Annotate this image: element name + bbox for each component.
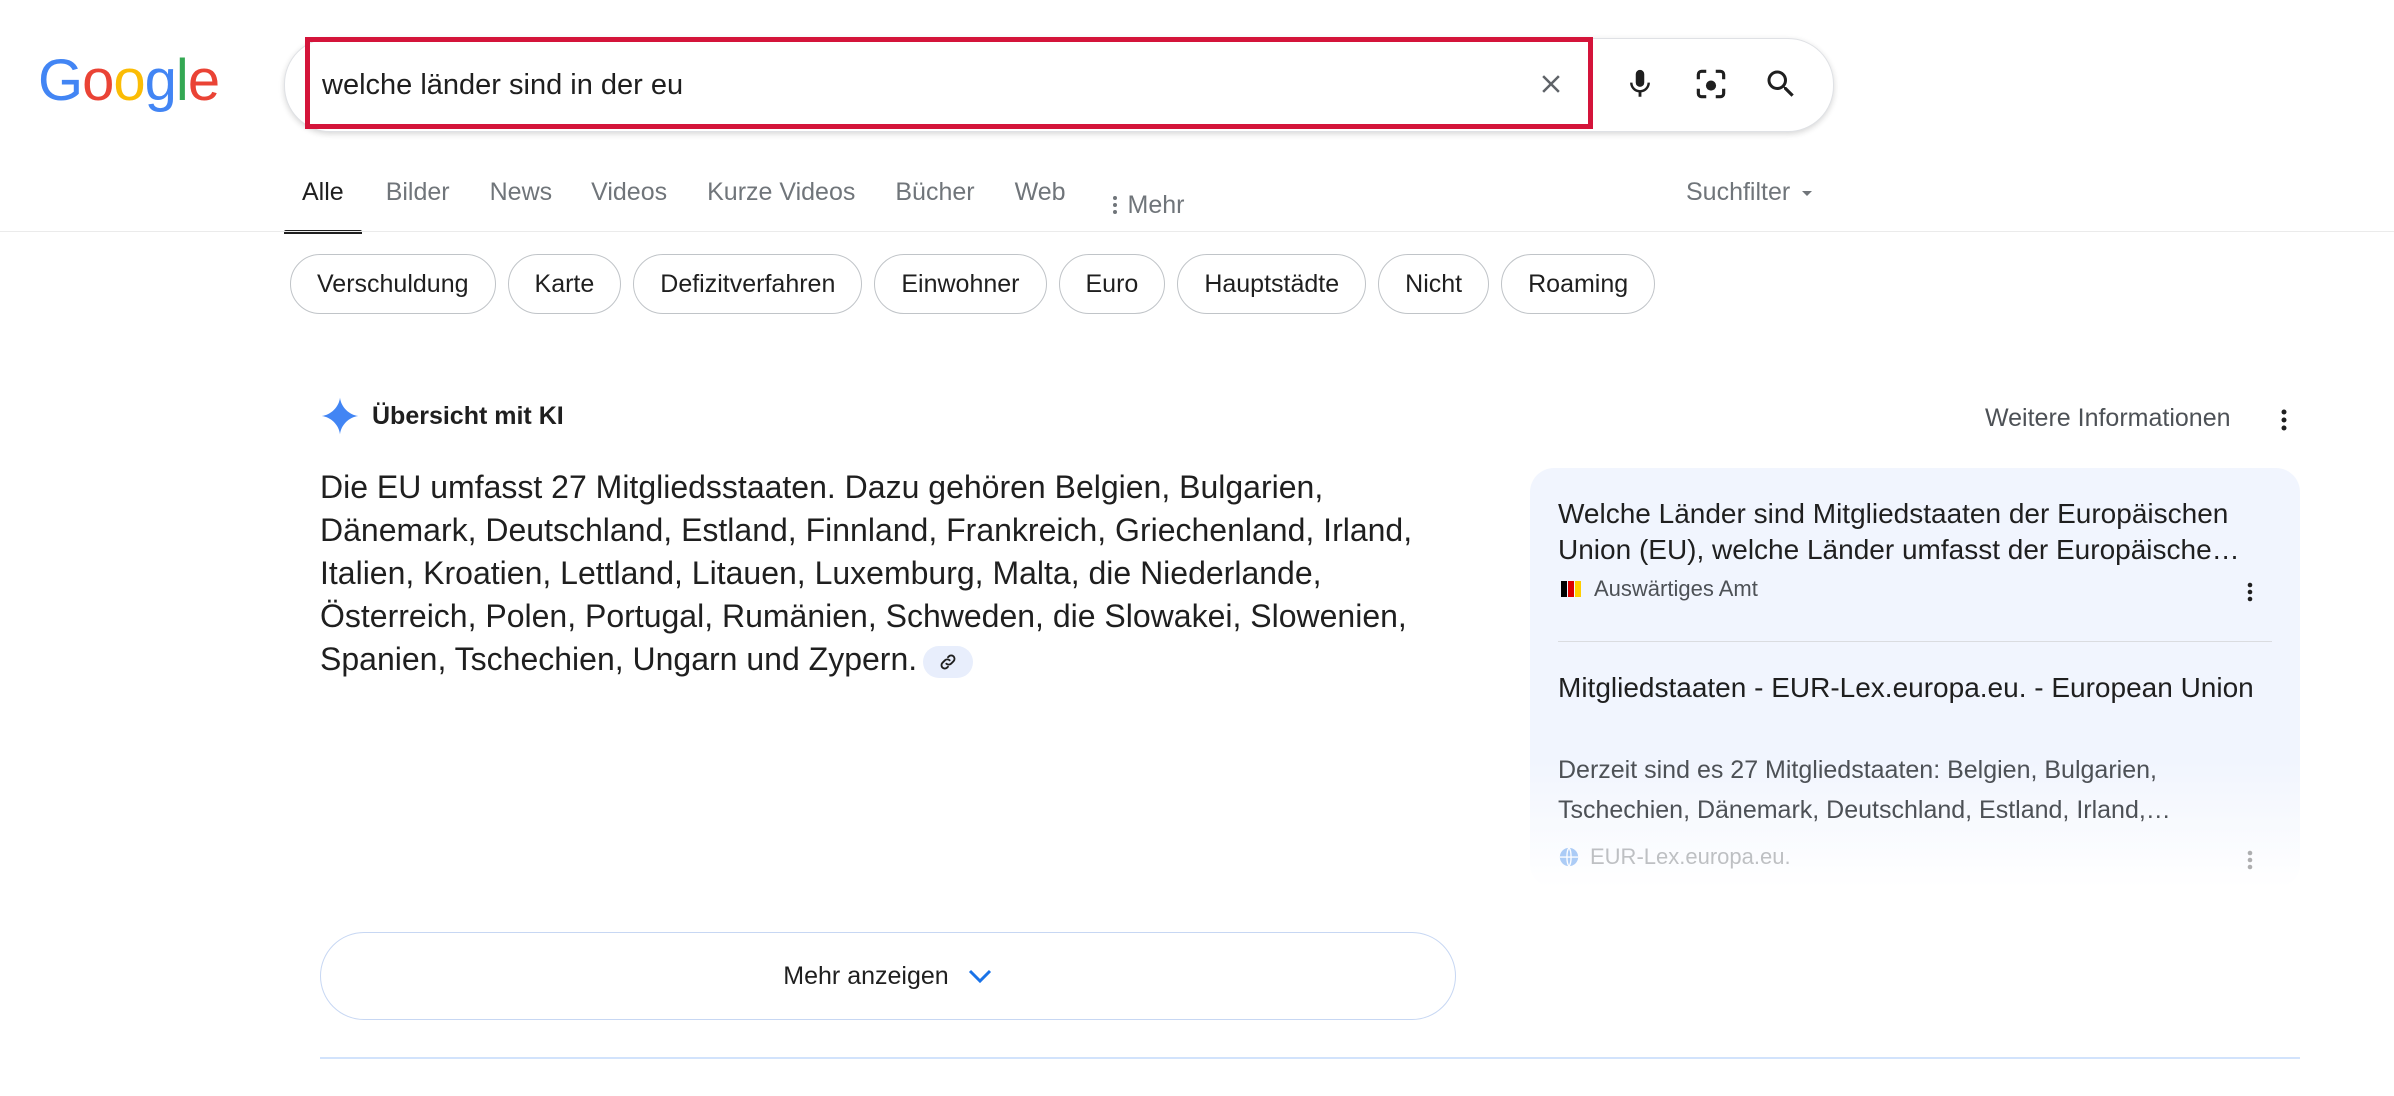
caret-down-icon [1802, 190, 1813, 196]
more-vert-icon [2247, 850, 2253, 870]
logo-letter-o1: o [82, 48, 114, 113]
tab-alle[interactable]: Alle [284, 170, 362, 234]
tab-mehr-label: Mehr [1127, 190, 1185, 219]
source-2-site[interactable]: EUR-Lex.europa.eu. [1558, 844, 1791, 870]
ai-overview-header: Übersicht mit KI [320, 396, 564, 436]
source-2-site-name: EUR-Lex.europa.eu. [1590, 844, 1791, 869]
source-1-title[interactable]: Welche Länder sind Mitgliedstaaten der E… [1558, 496, 2268, 568]
source-1-options-button[interactable] [2240, 574, 2260, 610]
logo-letter-o2: o [113, 48, 145, 113]
logo-letter-e: e [187, 48, 220, 113]
logo-letter-g: G [38, 48, 83, 113]
tab-mehr[interactable]: Mehr [1112, 170, 1185, 232]
tab-buecher[interactable]: Bücher [895, 170, 974, 232]
camera-lens-icon [1696, 69, 1726, 99]
tabs-divider [0, 231, 2394, 232]
refinement-chips: Verschuldung Karte Defizitverfahren Einw… [290, 254, 1656, 314]
more-info-link[interactable]: Weitere Informationen [1985, 404, 2231, 433]
sparkle-icon [321, 397, 359, 435]
google-logo[interactable]: Google [38, 52, 220, 110]
chip-hauptstaedte[interactable]: Hauptstädte [1177, 254, 1367, 314]
chip-roaming[interactable]: Roaming [1501, 254, 1656, 314]
tab-web[interactable]: Web [1015, 170, 1066, 232]
sources-divider [1558, 641, 2272, 642]
suchfilter-label: Suchfilter [1686, 178, 1791, 206]
tab-news[interactable]: News [490, 170, 553, 232]
source-2-snippet: Derzeit sind es 27 Mitgliedstaaten: Belg… [1558, 756, 2171, 824]
chip-verschuldung[interactable]: Verschuldung [290, 254, 496, 314]
chip-euro[interactable]: Euro [1058, 254, 1166, 314]
ai-overview-title: Übersicht mit KI [372, 401, 564, 430]
vertical-dots-icon [1112, 196, 1117, 214]
chip-einwohner[interactable]: Einwohner [874, 254, 1047, 314]
more-vert-icon [2281, 409, 2287, 431]
source-link-chip[interactable] [923, 645, 974, 678]
chip-nicht[interactable]: Nicht [1378, 254, 1490, 314]
chip-defizitverfahren[interactable]: Defizitverfahren [633, 254, 863, 314]
show-more-button[interactable]: Mehr anzeigen [320, 932, 1456, 1020]
chip-karte[interactable]: Karte [507, 254, 622, 314]
search-highlight-frame [305, 37, 1593, 129]
german-eagle-icon [1561, 581, 1581, 597]
clear-search-button[interactable] [1534, 64, 1568, 104]
ai-overview-text: Die EU umfasst 27 Mitgliedsstaaten. Dazu… [320, 466, 1450, 681]
logo-letter-g2: g [144, 48, 177, 113]
tab-bilder[interactable]: Bilder [386, 170, 450, 232]
source-2-options-button[interactable] [2240, 842, 2260, 878]
source-1-site-name: Auswärtiges Amt [1594, 576, 1758, 601]
show-more-label: Mehr anzeigen [783, 961, 949, 990]
source-2-title[interactable]: Mitgliedstaaten - EUR-Lex.europa.eu. - E… [1558, 670, 2268, 706]
search-tabs: Alle Bilder News Videos Kurze Videos Büc… [284, 170, 1185, 234]
close-icon [1542, 75, 1560, 93]
suchfilter-button[interactable]: Suchfilter [1686, 178, 1814, 207]
tab-kurze-videos[interactable]: Kurze Videos [707, 170, 855, 232]
logo-letter-l: l [175, 48, 189, 113]
ai-overview-bottom-divider [320, 1057, 2300, 1059]
tab-videos[interactable]: Videos [591, 170, 667, 232]
microphone-icon [1630, 69, 1650, 97]
sources-panel: Welche Länder sind Mitgliedstaaten der E… [1530, 468, 2300, 888]
ai-overview-body: Die EU umfasst 27 Mitgliedsstaaten. Dazu… [320, 469, 1413, 677]
lens-search-button[interactable] [1690, 62, 1732, 106]
source-1-site[interactable]: Auswärtiges Amt [1558, 576, 1758, 602]
ai-options-button[interactable] [2270, 400, 2298, 440]
search-icon [1767, 70, 1794, 97]
search-button[interactable] [1760, 62, 1802, 106]
more-vert-icon [2247, 582, 2253, 602]
chevron-down-icon [968, 969, 991, 984]
link-icon [940, 654, 956, 669]
voice-search-button[interactable] [1620, 60, 1660, 108]
globe-icon [1559, 847, 1579, 867]
